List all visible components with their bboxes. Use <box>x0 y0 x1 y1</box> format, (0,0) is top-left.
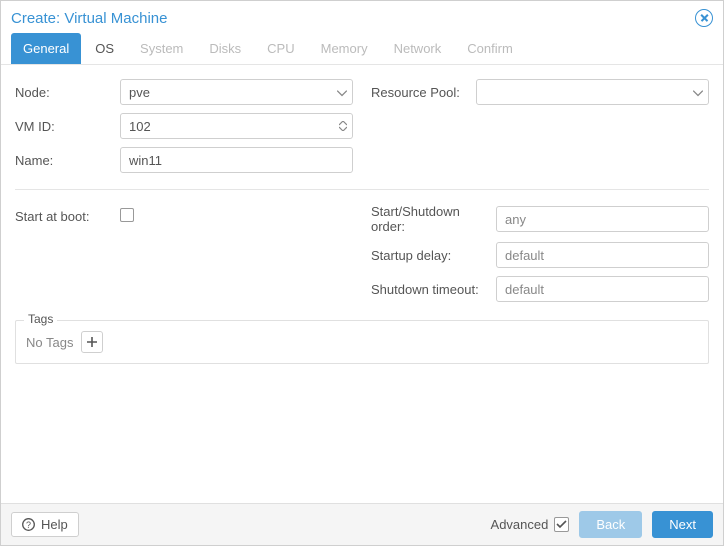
check-icon <box>556 519 567 530</box>
form-body: Node: VM ID: <box>1 65 723 503</box>
back-button: Back <box>579 511 642 538</box>
name-field[interactable] <box>120 147 353 173</box>
right-col: Resource Pool: <box>371 79 709 181</box>
plus-icon <box>87 337 97 347</box>
create-vm-wizard: Create: Virtual Machine General OS Syste… <box>0 0 724 546</box>
help-button[interactable]: ? Help <box>11 512 79 537</box>
tab-system: System <box>128 33 195 64</box>
tab-memory: Memory <box>309 33 380 64</box>
tab-strip: General OS System Disks CPU Memory Netwo… <box>1 33 723 65</box>
advanced-toggle[interactable]: Advanced <box>491 517 570 532</box>
resource-pool-label: Resource Pool: <box>371 85 476 100</box>
add-tag-button[interactable] <box>81 331 103 353</box>
startup-delay-label: Startup delay: <box>371 248 496 263</box>
advanced-checkbox[interactable] <box>554 517 569 532</box>
start-order-label: Start/Shutdown order: <box>371 204 496 234</box>
tab-cpu: CPU <box>255 33 306 64</box>
start-at-boot-checkbox[interactable] <box>120 208 134 222</box>
node-label: Node: <box>15 85 120 100</box>
next-button[interactable]: Next <box>652 511 713 538</box>
tags-fieldset: Tags No Tags <box>15 320 709 364</box>
tab-confirm: Confirm <box>455 33 525 64</box>
name-label: Name: <box>15 153 120 168</box>
tab-os[interactable]: OS <box>83 33 126 64</box>
separator <box>15 189 709 190</box>
basic-row: Node: VM ID: <box>15 79 709 181</box>
shutdown-timeout-field[interactable] <box>496 276 709 302</box>
startup-delay-field[interactable] <box>496 242 709 268</box>
tab-network: Network <box>382 33 454 64</box>
window-title: Create: Virtual Machine <box>11 10 167 27</box>
shutdown-timeout-label: Shutdown timeout: <box>371 282 496 297</box>
node-combo[interactable] <box>120 79 353 105</box>
tab-general[interactable]: General <box>11 33 81 64</box>
svg-text:?: ? <box>26 520 31 530</box>
footer: ? Help Advanced Back Next <box>1 503 723 545</box>
vmid-spinner[interactable] <box>120 113 353 139</box>
titlebar: Create: Virtual Machine <box>1 1 723 33</box>
start-at-boot-label: Start at boot: <box>15 209 120 224</box>
left-col: Node: VM ID: <box>15 79 353 181</box>
tags-legend: Tags <box>24 312 57 326</box>
tab-disks: Disks <box>197 33 253 64</box>
advanced-row: Start at boot: Start/Shutdown order: Sta… <box>15 204 709 310</box>
help-label: Help <box>41 517 68 532</box>
start-order-field[interactable] <box>496 206 709 232</box>
close-icon[interactable] <box>695 9 713 27</box>
resource-pool-combo[interactable] <box>476 79 709 105</box>
help-icon: ? <box>22 518 35 531</box>
vmid-label: VM ID: <box>15 119 120 134</box>
advanced-label: Advanced <box>491 517 549 532</box>
tags-empty-text: No Tags <box>26 335 73 350</box>
